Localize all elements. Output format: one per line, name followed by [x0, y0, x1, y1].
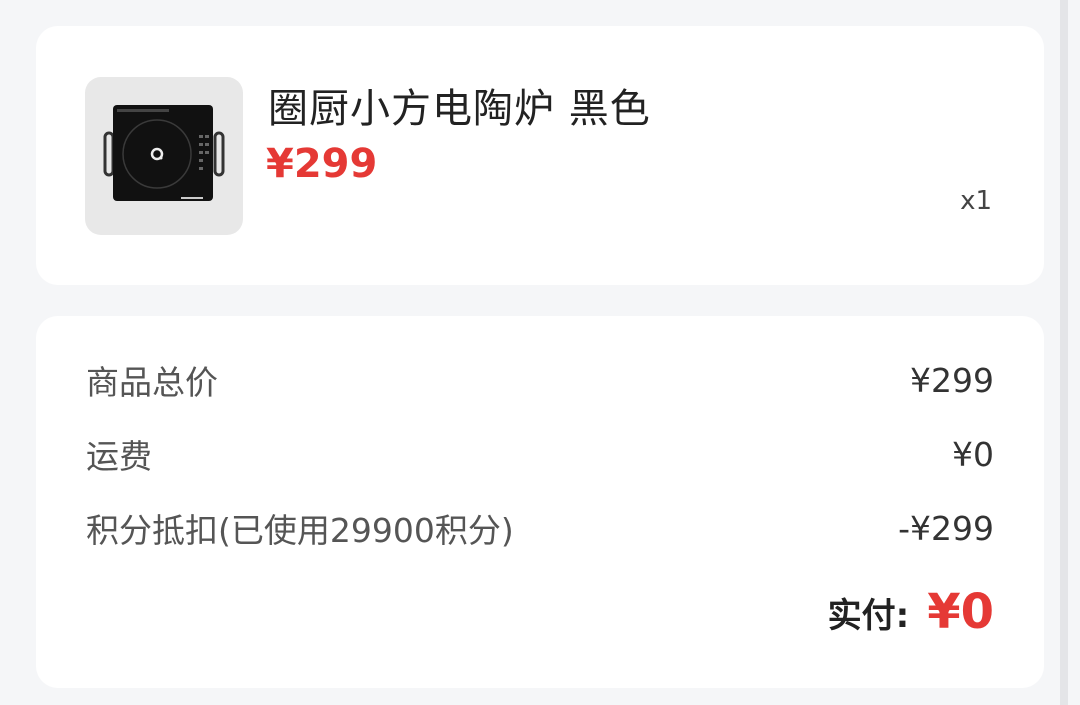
subtotal-value: ¥299	[910, 360, 994, 400]
summary-row-shipping: 运费 ¥0	[86, 434, 994, 477]
subtotal-label: 商品总价	[86, 363, 218, 402]
total-value: ¥0	[927, 584, 994, 640]
summary-row-points-deduction: 积分抵扣(已使用29900积分) -¥299	[86, 508, 994, 551]
product-price: ¥299	[266, 141, 378, 187]
points-deduction-value: -¥299	[898, 508, 994, 548]
product-quantity: x1	[960, 186, 992, 216]
total-label: 实付:	[827, 595, 910, 636]
product-card: 圈厨小方电陶炉 黑色 ¥299 x1	[36, 26, 1044, 285]
shipping-value: ¥0	[952, 434, 994, 474]
product-title[interactable]: 圈厨小方电陶炉 黑色	[268, 76, 651, 134]
product-image[interactable]	[85, 77, 243, 235]
shipping-label: 运费	[86, 437, 152, 476]
price-summary-card: 商品总价 ¥299 运费 ¥0 积分抵扣(已使用29900积分) -¥299 实…	[36, 316, 1044, 688]
induction-cooker-icon	[103, 105, 225, 201]
total-payment: 实付: ¥0	[828, 584, 994, 640]
points-deduction-label: 积分抵扣(已使用29900积分)	[86, 511, 514, 550]
summary-row-subtotal: 商品总价 ¥299	[86, 360, 994, 403]
scrollbar-track[interactable]	[1060, 0, 1068, 705]
